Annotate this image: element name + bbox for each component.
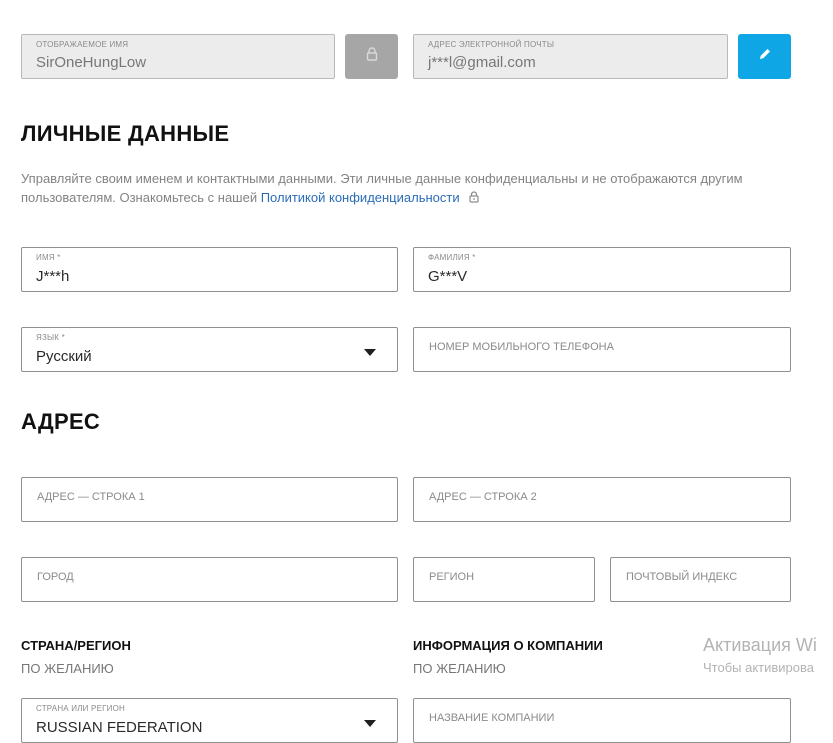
first-name-value: J***h [36, 268, 70, 285]
display-name-lock-button[interactable] [345, 34, 398, 79]
company-name-field[interactable]: НАЗВАНИЕ КОМПАНИИ [413, 698, 791, 743]
personal-data-description: Управляйте своим именем и контактными да… [21, 169, 791, 208]
city-field[interactable]: ГОРОД [21, 557, 398, 602]
company-name-placeholder: НАЗВАНИЕ КОМПАНИИ [429, 712, 555, 724]
language-label: ЯЗЫК * [36, 333, 65, 342]
lock-icon [366, 47, 378, 66]
city-placeholder: ГОРОД [37, 571, 74, 583]
language-select[interactable]: ЯЗЫК * Русский [21, 327, 398, 372]
email-label: АДРЕС ЭЛЕКТРОННОЙ ПОЧТЫ [428, 40, 555, 49]
address-heading: АДРЕС [21, 409, 101, 434]
phone-field[interactable]: НОМЕР МОБИЛЬНОГО ТЕЛЕФОНА [413, 327, 791, 372]
country-heading: СТРАНА/РЕГИОН [21, 638, 131, 653]
email-value: j***l@gmail.com [428, 54, 536, 71]
last-name-label: ФАМИЛИЯ * [428, 253, 476, 262]
pencil-icon [758, 47, 772, 66]
display-name-field[interactable]: ОТОБРАЖАЕМОЕ ИМЯ SirOneHungLow [21, 34, 335, 79]
privacy-policy-link[interactable]: Политикой конфиденциальности [261, 190, 460, 205]
postal-code-field[interactable]: ПОЧТОВЫЙ ИНДЕКС [610, 557, 791, 602]
address-line2-field[interactable]: АДРЕС — СТРОКА 2 [413, 477, 791, 522]
country-optional: ПО ЖЕЛАНИЮ [21, 661, 114, 676]
activation-watermark-title: Активация Wi [703, 635, 817, 655]
company-heading: ИНФОРМАЦИЯ О КОМПАНИИ [413, 638, 603, 653]
first-name-field[interactable]: ИМЯ * J***h [21, 247, 398, 292]
phone-placeholder: НОМЕР МОБИЛЬНОГО ТЕЛЕФОНА [429, 341, 614, 353]
lock-icon [469, 189, 479, 208]
region-placeholder: РЕГИОН [429, 571, 475, 583]
country-label: СТРАНА ИЛИ РЕГИОН [36, 704, 125, 713]
country-select[interactable]: СТРАНА ИЛИ РЕГИОН RUSSIAN FEDERATION [21, 698, 398, 743]
chevron-down-icon [364, 720, 376, 727]
address-line2-placeholder: АДРЕС — СТРОКА 2 [429, 491, 537, 503]
region-field[interactable]: РЕГИОН [413, 557, 595, 602]
display-name-label: ОТОБРАЖАЕМОЕ ИМЯ [36, 40, 129, 49]
personal-data-heading: ЛИЧНЫЕ ДАННЫЕ [21, 121, 230, 146]
activation-watermark-subtitle: Чтобы активирова [703, 660, 815, 675]
chevron-down-icon [364, 349, 376, 356]
postal-code-placeholder: ПОЧТОВЫЙ ИНДЕКС [626, 571, 738, 583]
address-line1-placeholder: АДРЕС — СТРОКА 1 [37, 491, 145, 503]
display-name-value: SirOneHungLow [36, 54, 147, 71]
last-name-value: G***V [428, 268, 468, 285]
email-field[interactable]: АДРЕС ЭЛЕКТРОННОЙ ПОЧТЫ j***l@gmail.com [413, 34, 728, 79]
edit-email-button[interactable] [738, 34, 791, 79]
country-value: RUSSIAN FEDERATION [36, 719, 203, 736]
company-optional: ПО ЖЕЛАНИЮ [413, 661, 506, 676]
address-line1-field[interactable]: АДРЕС — СТРОКА 1 [21, 477, 398, 522]
first-name-label: ИМЯ * [36, 253, 61, 262]
last-name-field[interactable]: ФАМИЛИЯ * G***V [413, 247, 791, 292]
language-value: Русский [36, 348, 92, 365]
